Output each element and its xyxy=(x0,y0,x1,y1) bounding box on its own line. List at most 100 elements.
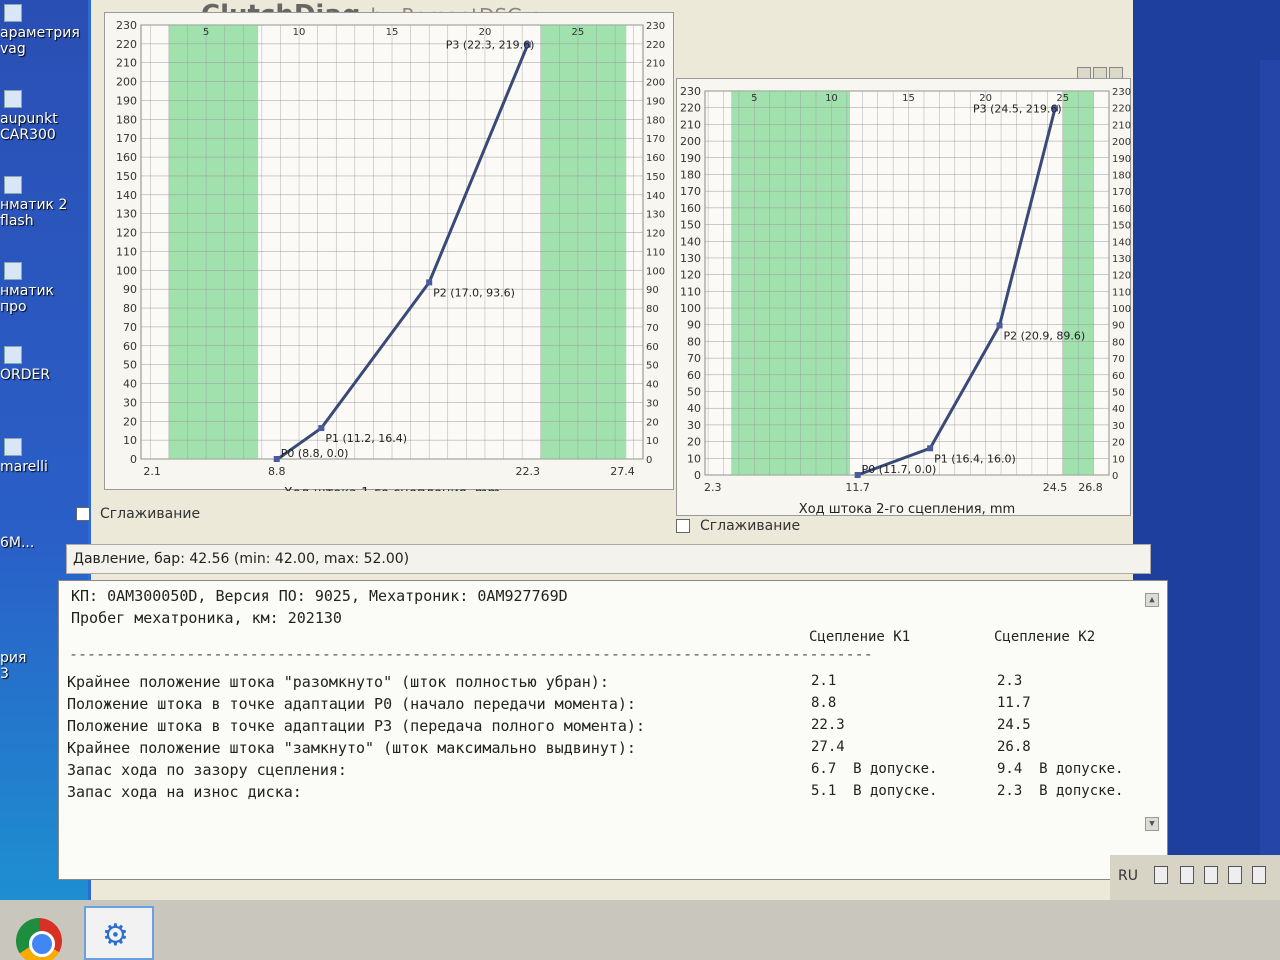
green-zone xyxy=(168,25,259,459)
scroll-down-icon[interactable]: ▼ xyxy=(1145,817,1159,831)
y-tick-label-right: 50 xyxy=(646,361,659,372)
adaptation-point-label: P3 (24.5, 219.6) xyxy=(973,102,1062,115)
y-tick-label-right: 120 xyxy=(646,229,665,240)
adaptation-point-label: P1 (11.2, 16.4) xyxy=(325,432,407,445)
report-row-k2: 9.4 В допуске. xyxy=(997,761,1124,777)
y-tick-label-left: 200 xyxy=(116,76,137,89)
y-tick-label-left: 110 xyxy=(680,285,701,298)
y-tick-label-left: 100 xyxy=(116,264,137,277)
adaptation-point-p2 xyxy=(426,279,433,286)
y-tick-label-left: 160 xyxy=(680,202,701,215)
desktop-icon-6[interactable]: marelli xyxy=(0,438,92,475)
y-tick-label-left: 70 xyxy=(687,352,701,365)
monitor-icon[interactable] xyxy=(1154,866,1168,884)
y-tick-label-left: 140 xyxy=(116,189,137,202)
adaptation-point-label: P2 (20.9, 89.6) xyxy=(1004,329,1086,342)
app-icon xyxy=(4,90,22,108)
adaptation-point-label: P3 (22.3, 219.6) xyxy=(446,39,535,52)
checkbox-label: Сглаживание xyxy=(700,518,801,534)
report-row-k2: 11.7 xyxy=(997,695,1031,711)
report-col-k1: Сцепление К1 xyxy=(809,629,911,645)
y-tick-label-right: 230 xyxy=(646,21,665,32)
y-tick-label-right: 180 xyxy=(1112,170,1131,181)
y-tick-label-right: 150 xyxy=(646,172,665,183)
y-tick-label-right: 0 xyxy=(1112,471,1118,482)
y-tick-label-left: 80 xyxy=(687,335,701,348)
report-text-area[interactable]: КП: 0AM300050D, Версия ПО: 9025, Мехатро… xyxy=(58,580,1168,880)
y-tick-label-right: 160 xyxy=(1112,204,1131,215)
y-tick-label-right: 70 xyxy=(1112,354,1125,365)
scroll-up-icon[interactable]: ▲ xyxy=(1145,593,1159,607)
y-tick-label-right: 20 xyxy=(1112,438,1125,449)
language-indicator[interactable]: RU xyxy=(1118,868,1138,884)
desktop-right-edge xyxy=(1260,60,1280,900)
volume-icon[interactable] xyxy=(1228,866,1242,884)
pressure-readout: Давление, бар: 42.56 (min: 42.00, max: 5… xyxy=(66,544,1151,574)
y-tick-label-left: 190 xyxy=(680,152,701,165)
network-icon[interactable] xyxy=(1204,866,1218,884)
y-tick-label-right: 140 xyxy=(646,191,665,202)
y-tick-label-right: 90 xyxy=(1112,321,1125,332)
taskbar xyxy=(0,900,1280,960)
chart2-smoothing-checkbox[interactable]: Сглаживание xyxy=(676,518,800,534)
chart1-panel: 0 0 10 10 20 20 30 30 40 40 50 50 60 60 70 70 80 80 90 90 10… xyxy=(104,12,674,501)
y-tick-label-left: 210 xyxy=(680,118,701,131)
y-tick-label-right: 200 xyxy=(1112,137,1131,148)
desktop-icon-4[interactable]: нматик про xyxy=(0,262,92,315)
x-top-tick-label: 25 xyxy=(572,27,585,38)
report-row-k1: 2.1 xyxy=(811,673,837,689)
y-tick-label-right: 200 xyxy=(646,78,665,89)
y-tick-label-left: 170 xyxy=(116,132,137,145)
app-icon xyxy=(4,438,22,456)
battery-icon[interactable] xyxy=(1252,866,1266,884)
y-tick-label-left: 220 xyxy=(116,38,137,51)
y-tick-label-left: 40 xyxy=(123,378,137,391)
adaptation-point-p2 xyxy=(996,322,1003,329)
report-row-label: Положение штока в точке адаптации P3 (пе… xyxy=(67,717,645,735)
y-tick-label-right: 220 xyxy=(1112,104,1131,115)
chart2-plot: 0 0 10 10 20 20 30 30 40 40 50 50 60 60 70 70 80 80 90 90 10… xyxy=(680,85,1131,517)
y-tick-label-right: 150 xyxy=(1112,221,1131,232)
report-row-label: Крайнее положение штока "разомкнуто" (шт… xyxy=(67,673,609,691)
x-top-tick-label: 5 xyxy=(751,93,757,104)
gear-icon: ⚙ xyxy=(102,918,129,953)
chrome-icon[interactable] xyxy=(16,918,62,960)
x-bottom-tick-label: 8.8 xyxy=(268,465,286,478)
desktop-icon-2[interactable]: aupunkt CAR300 xyxy=(0,90,92,143)
y-tick-label-right: 100 xyxy=(1112,304,1131,315)
desktop-icon-5[interactable]: ORDER xyxy=(0,346,92,383)
y-tick-label-right: 230 xyxy=(1112,87,1131,98)
desktop-icon-label: ORDER xyxy=(0,367,51,383)
checkbox-box[interactable] xyxy=(76,507,90,521)
desktop-icon-3[interactable]: нматик 2 flash xyxy=(0,176,92,229)
x-top-tick-label: 20 xyxy=(479,27,492,38)
checkbox-box[interactable] xyxy=(676,519,690,533)
y-tick-label-right: 40 xyxy=(646,380,659,391)
checkbox-label: Сглаживание xyxy=(100,506,201,522)
y-tick-label-left: 100 xyxy=(680,302,701,315)
green-zone xyxy=(731,91,850,475)
report-row-label: Крайнее положение штока "замкнуто" (шток… xyxy=(67,739,636,757)
y-tick-label-left: 20 xyxy=(123,415,137,428)
y-tick-label-left: 230 xyxy=(116,19,137,32)
y-tick-label-left: 140 xyxy=(680,235,701,248)
x-bottom-tick-label: 22.3 xyxy=(515,465,540,478)
x-bottom-tick-label: 27.4 xyxy=(610,465,635,478)
y-tick-label-left: 80 xyxy=(123,302,137,315)
x-top-tick-label: 5 xyxy=(203,27,209,38)
adaptation-point-p0 xyxy=(854,472,861,478)
x-bottom-tick-label: 2.1 xyxy=(143,465,161,478)
y-tick-label-left: 60 xyxy=(123,340,137,353)
y-tick-label-left: 0 xyxy=(694,469,701,482)
taskbar-app-clutchdiag[interactable]: ⚙ xyxy=(84,906,154,960)
y-tick-label-left: 70 xyxy=(123,321,137,334)
y-tick-label-left: 130 xyxy=(116,208,137,221)
y-tick-label-right: 120 xyxy=(1112,271,1131,282)
report-col-k2: Сцепление К2 xyxy=(994,629,1096,645)
chart1-smoothing-checkbox[interactable]: Сглаживание xyxy=(76,506,200,522)
y-tick-label-left: 230 xyxy=(680,85,701,98)
desktop-icon-1[interactable]: араметрия vag xyxy=(0,4,92,57)
report-row-k1: 22.3 xyxy=(811,717,845,733)
usb-icon[interactable] xyxy=(1180,866,1194,884)
y-tick-label-right: 180 xyxy=(646,115,665,126)
